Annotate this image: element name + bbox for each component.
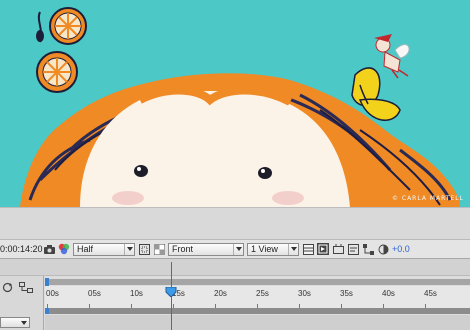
layout-value: 1 View bbox=[251, 244, 278, 254]
panel-divider bbox=[0, 259, 470, 276]
layer-track-row bbox=[45, 315, 470, 330]
loop-icon[interactable] bbox=[2, 282, 13, 295]
color-channels-icon[interactable] bbox=[58, 243, 70, 255]
orange-slice-illustration bbox=[36, 7, 87, 93]
time-navigator-start-handle[interactable] bbox=[45, 278, 49, 286]
time-navigator-bar[interactable] bbox=[45, 279, 470, 285]
timeline-control-icons bbox=[2, 282, 33, 295]
ruler-tick-label: 20s bbox=[214, 289, 227, 298]
resolution-dropdown[interactable]: Half bbox=[73, 242, 135, 256]
time-navigator[interactable] bbox=[45, 278, 470, 286]
fairy-illustration bbox=[374, 34, 410, 79]
artist-watermark: © CARLA MARTELL bbox=[391, 195, 464, 202]
work-area-bar[interactable] bbox=[45, 308, 470, 314]
resolution-value: Half bbox=[77, 244, 94, 254]
camera-icon[interactable] bbox=[43, 243, 55, 255]
ruler-tick-label: 00s bbox=[46, 289, 59, 298]
viewer-toolbar: 0:00:14:20 Half Front 1 View +0.0 bbox=[0, 239, 470, 259]
viewer-pasteboard bbox=[0, 207, 470, 239]
current-time-display[interactable]: 0:00:14:20 bbox=[0, 244, 43, 254]
ruler-tick-label: 30s bbox=[298, 289, 311, 298]
ruler-tick-label: 05s bbox=[88, 289, 101, 298]
exposure-value[interactable]: +0.0 bbox=[392, 244, 410, 254]
composition-viewer[interactable]: © CARLA MARTELL bbox=[0, 0, 470, 207]
ruler-tick-label: 40s bbox=[382, 289, 395, 298]
chevron-down-icon bbox=[233, 243, 243, 255]
exposure-reset-icon[interactable] bbox=[377, 243, 389, 255]
composition-artwork bbox=[20, 7, 460, 207]
work-area-start-handle[interactable] bbox=[45, 308, 49, 314]
region-of-interest-icon[interactable] bbox=[138, 243, 150, 255]
toggle-pixel-aspect-icon[interactable] bbox=[332, 243, 344, 255]
ruler-tick-label: 25s bbox=[256, 289, 269, 298]
fast-preview-icon[interactable] bbox=[317, 243, 329, 255]
view-value: Front bbox=[172, 244, 194, 254]
view-dropdown[interactable]: Front bbox=[168, 242, 244, 256]
current-time-indicator-head[interactable] bbox=[165, 286, 177, 298]
chevron-down-icon bbox=[124, 243, 134, 255]
ruler-tick-label: 45s bbox=[424, 289, 437, 298]
layer-switch-dropdown[interactable] bbox=[0, 317, 30, 328]
layout-dropdown[interactable]: 1 View bbox=[247, 242, 299, 256]
ruler-tick-label: 35s bbox=[340, 289, 353, 298]
chevron-down-icon bbox=[288, 243, 298, 255]
transparency-grid-icon[interactable] bbox=[153, 243, 165, 255]
grid-guides-icon[interactable] bbox=[302, 243, 314, 255]
timeline-icon[interactable] bbox=[347, 243, 359, 255]
ruler-tick-label: 10s bbox=[130, 289, 143, 298]
comp-mini-flowchart-icon[interactable] bbox=[19, 282, 33, 295]
flowchart-icon[interactable] bbox=[362, 243, 374, 255]
